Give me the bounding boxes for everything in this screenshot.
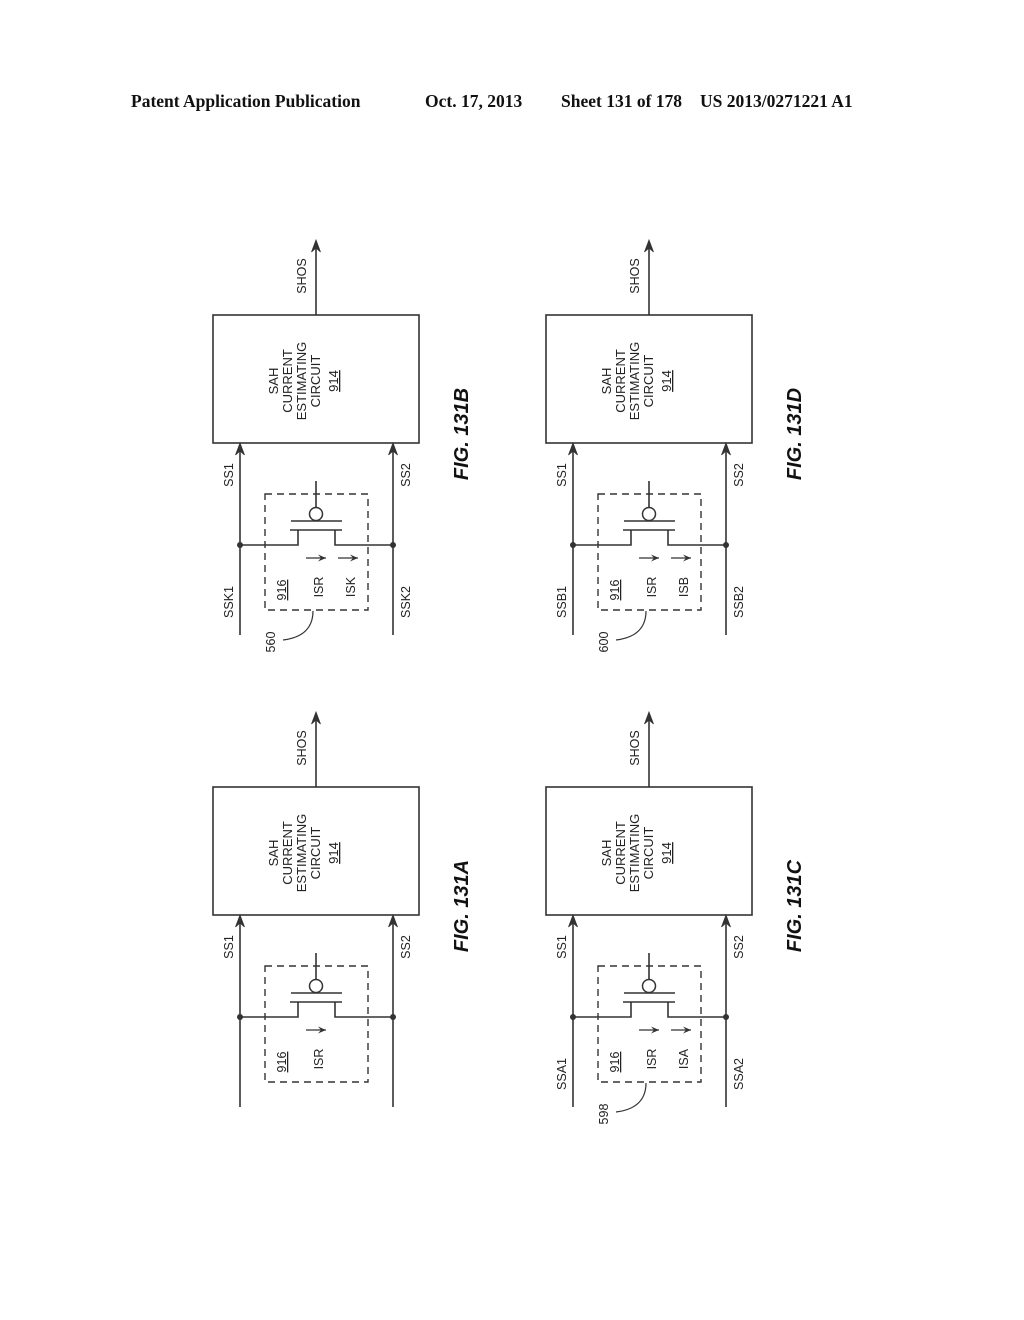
callout-leader-line: [615, 1082, 647, 1113]
figure-131d: SHOS SAH CURRENT ESTIMATING CIRCUIT 914 SS1 SS2…: [545, 238, 806, 653]
block-text-line: CIRCUIT: [641, 827, 656, 880]
input-signal-1-label: SS1: [555, 935, 569, 959]
output-signal-label: SHOS: [628, 730, 642, 765]
input-signal-1-label: SS1: [222, 935, 236, 959]
transistor-connection-wire: [240, 1002, 393, 1018]
callout-leader-line: [282, 610, 314, 641]
transistor-connection-wire: [240, 530, 393, 546]
block-text-line: CIRCUIT: [308, 827, 323, 880]
sub-circuit-reference-number: 916: [275, 580, 289, 601]
source-signal-1-label: SSA1: [555, 1058, 569, 1090]
block-reference-number: 914: [326, 370, 341, 392]
current-label: ISR: [312, 577, 326, 598]
block-text-line: CURRENT: [613, 349, 628, 413]
output-signal-label: SHOS: [295, 730, 309, 765]
block-text-line: SAH: [599, 840, 614, 867]
transistor-gate-bubble-icon: [308, 978, 324, 994]
input-signal-2-label: SS2: [732, 463, 746, 487]
block-text-line: CIRCUIT: [308, 355, 323, 408]
current-label: ISB: [677, 577, 691, 597]
figure-131b: SHOS SAH CURRENT ESTIMATING CIRCUIT 914 SS1 SS2…: [212, 238, 473, 653]
block-text-line: CURRENT: [613, 821, 628, 885]
block-text-line: SAH: [266, 840, 281, 867]
current-label: ISR: [645, 577, 659, 598]
block-text-line: SAH: [599, 368, 614, 395]
transistor-gate-bubble-icon: [641, 506, 657, 522]
junction-dot-2: [390, 542, 396, 548]
transistor-gate-bubble-icon: [641, 978, 657, 994]
block-text-line: ESTIMATING: [294, 814, 309, 892]
block-text-line: ESTIMATING: [627, 342, 642, 420]
junction-dot-1: [570, 542, 576, 548]
block-reference-number: 914: [659, 842, 674, 864]
source-signal-1-label: SSK1: [222, 586, 236, 618]
source-signal-2-label: SSB2: [732, 586, 746, 618]
current-label: ISR: [312, 1049, 326, 1070]
sub-circuit-reference-number: 916: [275, 1052, 289, 1073]
junction-dot-1: [237, 1014, 243, 1020]
block-reference-number: 914: [659, 370, 674, 392]
input-signal-2-label: SS2: [399, 463, 413, 487]
block-text-line: CIRCUIT: [641, 355, 656, 408]
block-text-line: ESTIMATING: [627, 814, 642, 892]
input-signal-2-label: SS2: [732, 935, 746, 959]
source-signal-1-label: SSB1: [555, 586, 569, 618]
callout-reference-number: 598: [597, 1104, 611, 1125]
junction-dot-2: [723, 1014, 729, 1020]
block-reference-number: 914: [326, 842, 341, 864]
block-text-line: CURRENT: [280, 821, 295, 885]
figure-131c: SHOS SAH CURRENT ESTIMATING CIRCUIT 914 SS1 SS2…: [545, 710, 806, 1125]
callout-leader-line: [615, 610, 647, 641]
block-text-line: SAH: [266, 368, 281, 395]
source-signal-2-label: SSA2: [732, 1058, 746, 1090]
current-label: ISK: [344, 576, 358, 597]
input-signal-1-label: SS1: [555, 463, 569, 487]
input-signal-1-label: SS1: [222, 463, 236, 487]
source-signal-2-label: SSK2: [399, 586, 413, 618]
junction-dot-1: [237, 542, 243, 548]
figure-label: FIG. 131B: [451, 388, 473, 480]
transistor-gate-bubble-icon: [308, 506, 324, 522]
block-text-line: CURRENT: [280, 349, 295, 413]
output-signal-label: SHOS: [295, 258, 309, 293]
transistor-connection-wire: [573, 1002, 726, 1018]
figure-label: FIG. 131C: [784, 859, 806, 952]
callout-reference-number: 560: [264, 632, 278, 653]
page-header: Patent Application Publication Oct. 17, …: [131, 91, 853, 111]
callout-reference-number: 600: [597, 632, 611, 653]
input-signal-2-label: SS2: [399, 935, 413, 959]
block-text-line: ESTIMATING: [294, 342, 309, 420]
output-signal-label: SHOS: [628, 258, 642, 293]
current-label: ISR: [645, 1049, 659, 1070]
patent-sheet: Patent Application Publication Oct. 17, …: [131, 91, 853, 1125]
patent-number: US 2013/0271221 A1: [700, 91, 853, 111]
figure-label: FIG. 131A: [451, 860, 473, 952]
current-label: ISA: [677, 1048, 691, 1069]
figure-label: FIG. 131D: [784, 388, 806, 480]
sub-circuit-reference-number: 916: [608, 580, 622, 601]
publication-date: Oct. 17, 2013: [425, 91, 522, 111]
figure-131a: SHOS SAH CURRENT ESTIMATING CIRCUIT 914 SS1 SS2…: [212, 710, 473, 1107]
sub-circuit-reference-number: 916: [608, 1052, 622, 1073]
sheet-number: Sheet 131 of 178: [561, 91, 682, 111]
junction-dot-2: [390, 1014, 396, 1020]
junction-dot-2: [723, 542, 729, 548]
publication-title: Patent Application Publication: [131, 91, 361, 111]
junction-dot-1: [570, 1014, 576, 1020]
transistor-connection-wire: [573, 530, 726, 546]
